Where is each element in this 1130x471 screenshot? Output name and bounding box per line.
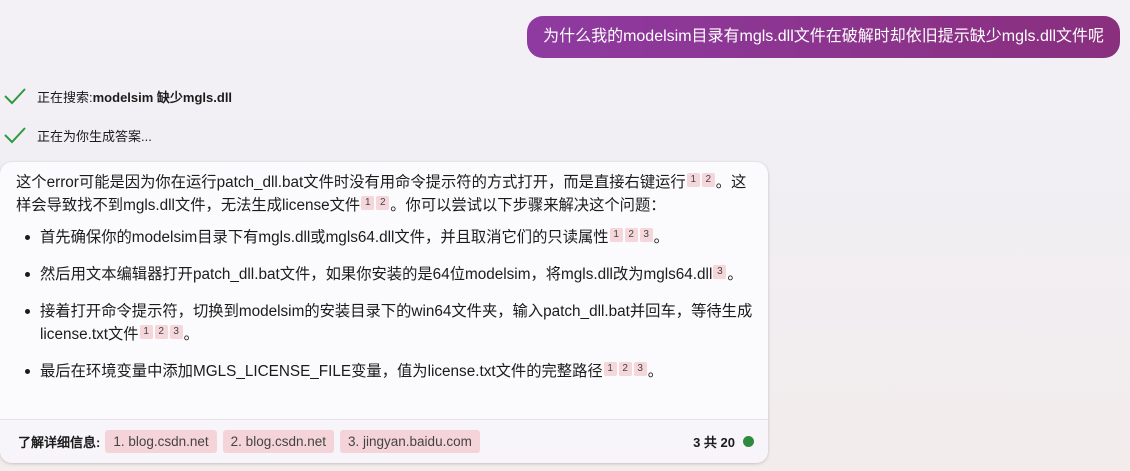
citation-3[interactable]: 3 <box>169 325 183 339</box>
citation-3[interactable]: 3 <box>713 265 727 279</box>
intro-text-3: 。你可以尝试以下步骤来解决这个问题： <box>390 197 666 214</box>
user-message-bubble: 为什么我的modelsim目录有mgls.dll文件在破解时却依旧提示缺少mgl… <box>527 16 1120 58</box>
answer-card: 这个error可能是因为你在运行patch_dll.bat文件时没有用命令提示符… <box>0 162 768 463</box>
status-generating: 正在为你生成答案... <box>0 123 152 147</box>
list-item: 然后用文本编辑器打开patch_dll.bat文件，如果你安装的是64位mode… <box>16 263 758 286</box>
citation-3[interactable]: 3 <box>633 362 647 376</box>
source-link-2[interactable]: 2. blog.csdn.net <box>222 430 334 453</box>
bullet-text-4: 最后在环境变量中添加MGLS_LICENSE_FILE变量，值为license.… <box>40 363 603 380</box>
period: 。 <box>647 363 663 380</box>
check-icon <box>4 127 26 144</box>
source-link-3[interactable]: 3. jingyan.baidu.com <box>340 430 480 453</box>
searching-query: modelsim 缺少mgls.dll <box>92 89 233 105</box>
steps-list: 首先确保你的modelsim目录下有mgls.dll或mgls64.dll文件，… <box>16 226 758 383</box>
citation-1[interactable]: 1 <box>609 228 623 242</box>
answer-intro: 这个error可能是因为你在运行patch_dll.bat文件时没有用命令提示符… <box>16 171 758 217</box>
learn-more-label: 了解详细信息: <box>18 435 101 450</box>
citation-1[interactable]: 1 <box>139 325 153 339</box>
citation-3[interactable]: 3 <box>639 228 653 242</box>
source-link-1[interactable]: 1. blog.csdn.net <box>105 430 217 453</box>
intro-text-1: 这个error可能是因为你在运行patch_dll.bat文件时没有用命令提示符… <box>16 174 686 191</box>
list-item: 接着打开命令提示符，切换到modelsim的安装目录下的win64文件夹，输入p… <box>16 300 758 346</box>
citation-2[interactable]: 2 <box>376 196 390 210</box>
list-item: 最后在环境变量中添加MGLS_LICENSE_FILE变量，值为license.… <box>16 360 758 383</box>
citation-1[interactable]: 1 <box>361 196 375 210</box>
turn-count-text: 3 共 20 <box>693 435 735 450</box>
period: 。 <box>653 229 669 246</box>
searching-prefix: 正在搜索: <box>37 89 93 105</box>
list-item: 首先确保你的modelsim目录下有mgls.dll或mgls64.dll文件，… <box>16 226 758 249</box>
period: 。 <box>183 326 199 343</box>
learn-more-footer: 了解详细信息: 1. blog.csdn.net 2. blog.csdn.ne… <box>0 419 768 463</box>
citation-2[interactable]: 2 <box>618 362 632 376</box>
period: 。 <box>727 266 743 283</box>
check-icon <box>4 88 26 105</box>
answer-body: 这个error可能是因为你在运行patch_dll.bat文件时没有用命令提示符… <box>16 171 758 397</box>
citation-2[interactable]: 2 <box>624 228 638 242</box>
citation-1[interactable]: 1 <box>603 362 617 376</box>
citation-1[interactable]: 1 <box>686 173 700 187</box>
status-searching: 正在搜索: modelsim 缺少mgls.dll <box>0 84 232 108</box>
bullet-text-2: 然后用文本编辑器打开patch_dll.bat文件，如果你安装的是64位mode… <box>40 266 713 283</box>
citation-2[interactable]: 2 <box>154 325 168 339</box>
turn-counter: 3 共 20 <box>693 432 754 451</box>
generating-text: 正在为你生成答案... <box>37 128 152 144</box>
status-dot-icon <box>743 436 754 447</box>
citation-2[interactable]: 2 <box>701 173 715 187</box>
bullet-text-1: 首先确保你的modelsim目录下有mgls.dll或mgls64.dll文件，… <box>40 229 609 246</box>
